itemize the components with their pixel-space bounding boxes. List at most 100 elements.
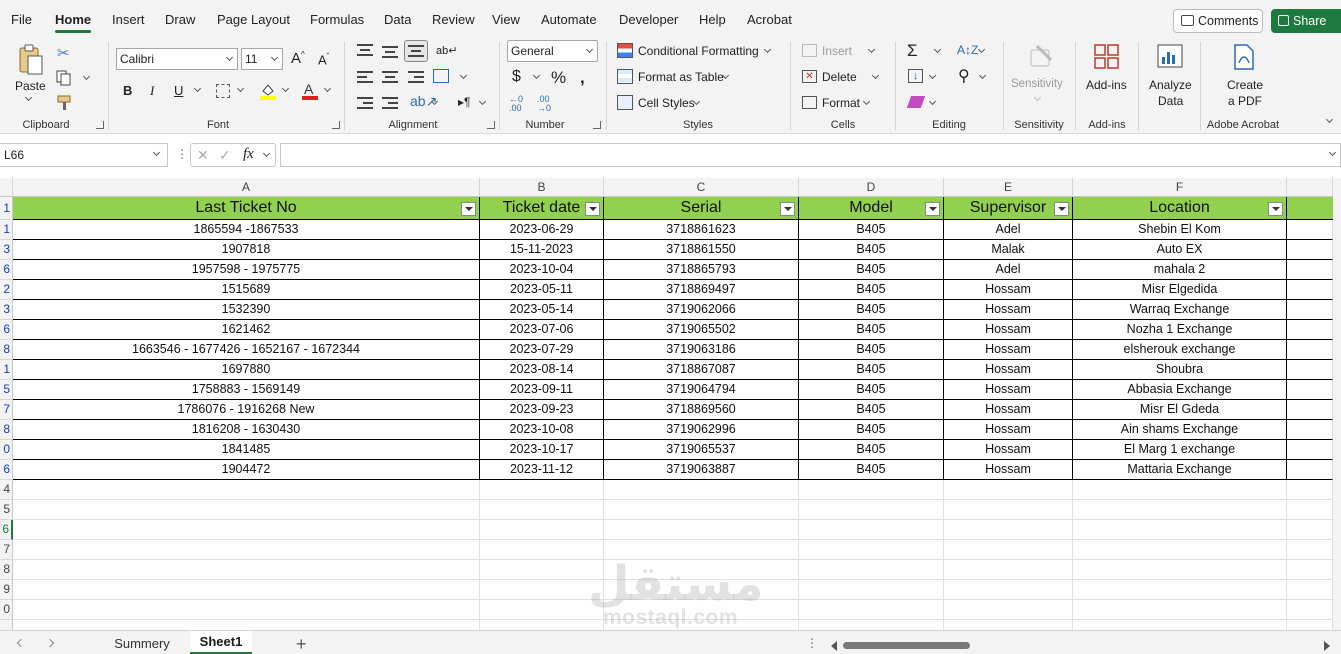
- horizontal-scrollbar-thumb[interactable]: [843, 642, 970, 649]
- wrap-text-icon[interactable]: ab↵: [436, 44, 457, 57]
- table-cell[interactable]: 3719062996: [604, 420, 799, 440]
- align-left-icon[interactable]: [357, 71, 373, 83]
- font-color-dropdown-icon[interactable]: [323, 84, 332, 93]
- add-ins-button[interactable]: Add-ins: [1086, 78, 1127, 92]
- empty-cell[interactable]: [1287, 560, 1333, 580]
- more-options-icon[interactable]: ⋮: [176, 147, 188, 161]
- table-cell[interactable]: 2023-10-08: [480, 420, 604, 440]
- find-select-icon[interactable]: ⚲: [958, 66, 970, 86]
- empty-cell[interactable]: [1073, 540, 1287, 560]
- table-cell[interactable]: 3718869560: [604, 400, 799, 420]
- add-ins-icon[interactable]: [1093, 43, 1121, 71]
- empty-cell[interactable]: [1287, 420, 1333, 440]
- sensitivity-button[interactable]: Sensitivity: [1011, 78, 1063, 90]
- empty-cell[interactable]: [1287, 520, 1333, 540]
- table-cell[interactable]: B405: [799, 460, 944, 480]
- clear-icon[interactable]: [906, 96, 926, 108]
- table-cell[interactable]: 3718865793: [604, 260, 799, 280]
- column-header-e[interactable]: E: [944, 178, 1073, 197]
- column-header-d[interactable]: D: [799, 178, 944, 197]
- empty-cell[interactable]: [480, 480, 604, 500]
- empty-cell[interactable]: [1073, 580, 1287, 600]
- empty-cell[interactable]: [480, 540, 604, 560]
- empty-cell[interactable]: [1287, 320, 1333, 340]
- menu-tab-draw[interactable]: Draw: [165, 12, 195, 27]
- empty-cell[interactable]: [1287, 260, 1333, 280]
- table-cell[interactable]: Adel: [944, 260, 1073, 280]
- table-cell[interactable]: Hossam: [944, 380, 1073, 400]
- table-cell[interactable]: B405: [799, 240, 944, 260]
- clear-dropdown-icon[interactable]: [928, 97, 937, 106]
- copy-icon[interactable]: [56, 70, 72, 86]
- formula-input[interactable]: [280, 143, 1341, 167]
- empty-cell[interactable]: [480, 580, 604, 600]
- empty-cell[interactable]: [944, 520, 1073, 540]
- filter-dropdown-icon[interactable]: [461, 202, 476, 216]
- empty-cell[interactable]: [1287, 360, 1333, 380]
- table-header-cell[interactable]: Last Ticket No: [13, 197, 480, 220]
- table-cell[interactable]: 2023-05-14: [480, 300, 604, 320]
- currency-dropdown-icon[interactable]: [532, 71, 541, 80]
- empty-cell[interactable]: [13, 600, 480, 620]
- menu-tab-data[interactable]: Data: [384, 12, 411, 27]
- empty-cell[interactable]: [1287, 540, 1333, 560]
- menu-tab-page-layout[interactable]: Page Layout: [217, 12, 290, 27]
- empty-cell[interactable]: [13, 560, 480, 580]
- empty-cell[interactable]: [1073, 480, 1287, 500]
- cell-styles-button[interactable]: Cell Styles: [638, 96, 695, 110]
- scroll-left-icon[interactable]: [831, 641, 837, 651]
- table-cell[interactable]: 1865594 -1867533: [13, 220, 480, 240]
- empty-cell[interactable]: [944, 480, 1073, 500]
- table-cell[interactable]: 3718867087: [604, 360, 799, 380]
- table-cell[interactable]: 3719064794: [604, 380, 799, 400]
- comma-icon[interactable]: ,: [580, 68, 585, 88]
- format-painter-icon[interactable]: [56, 95, 74, 111]
- empty-cell[interactable]: [604, 500, 799, 520]
- table-cell[interactable]: Hossam: [944, 320, 1073, 340]
- paste-button[interactable]: Paste: [15, 79, 46, 93]
- menu-tab-review[interactable]: Review: [432, 12, 475, 27]
- number-format-select[interactable]: General: [507, 40, 598, 62]
- table-header-cell[interactable]: Supervisor: [944, 197, 1073, 220]
- filter-dropdown-icon[interactable]: [585, 202, 600, 216]
- table-cell[interactable]: 1904472: [13, 460, 480, 480]
- table-cell[interactable]: 2023-07-29: [480, 340, 604, 360]
- row-header[interactable]: 7: [0, 540, 13, 560]
- empty-cell[interactable]: [1287, 480, 1333, 500]
- column-header-a[interactable]: A: [13, 178, 480, 197]
- align-bottom-icon[interactable]: [404, 40, 428, 62]
- table-cell[interactable]: 1957598 - 1975775: [13, 260, 480, 280]
- increase-font-icon[interactable]: A^: [291, 50, 305, 67]
- analyze-data-line2[interactable]: Data: [1158, 94, 1183, 108]
- table-cell[interactable]: 1841485: [13, 440, 480, 460]
- align-middle-icon[interactable]: [382, 46, 398, 58]
- table-cell[interactable]: Misr Elgedida: [1073, 280, 1287, 300]
- fill-down-icon[interactable]: ↓: [908, 69, 923, 83]
- empty-cell[interactable]: [1073, 500, 1287, 520]
- empty-cell[interactable]: [13, 520, 480, 540]
- merge-dropdown-icon[interactable]: [459, 71, 468, 80]
- empty-cell[interactable]: [799, 480, 944, 500]
- row-header[interactable]: 3: [0, 300, 13, 320]
- fx-dropdown-icon[interactable]: [262, 149, 271, 158]
- table-cell[interactable]: Hossam: [944, 420, 1073, 440]
- table-cell[interactable]: B405: [799, 320, 944, 340]
- table-header-cell[interactable]: Location: [1073, 197, 1287, 220]
- empty-cell[interactable]: [13, 540, 480, 560]
- clipboard-dialog-launcher-icon[interactable]: [96, 121, 104, 129]
- table-cell[interactable]: B405: [799, 220, 944, 240]
- table-cell[interactable]: B405: [799, 420, 944, 440]
- bold-icon[interactable]: B: [123, 83, 132, 98]
- scroll-right-icon[interactable]: [1324, 641, 1330, 651]
- table-cell[interactable]: Hossam: [944, 300, 1073, 320]
- table-cell[interactable]: 2023-07-06: [480, 320, 604, 340]
- align-right-icon[interactable]: [408, 71, 424, 83]
- empty-cell[interactable]: [1287, 400, 1333, 420]
- empty-cell[interactable]: [13, 500, 480, 520]
- insert-dropdown-icon[interactable]: [867, 45, 876, 54]
- row-header[interactable]: 5: [0, 380, 13, 400]
- table-cell[interactable]: 3718861550: [604, 240, 799, 260]
- underline-icon[interactable]: U: [174, 83, 183, 98]
- table-cell[interactable]: Hossam: [944, 360, 1073, 380]
- autosum-icon[interactable]: Σ: [907, 41, 918, 61]
